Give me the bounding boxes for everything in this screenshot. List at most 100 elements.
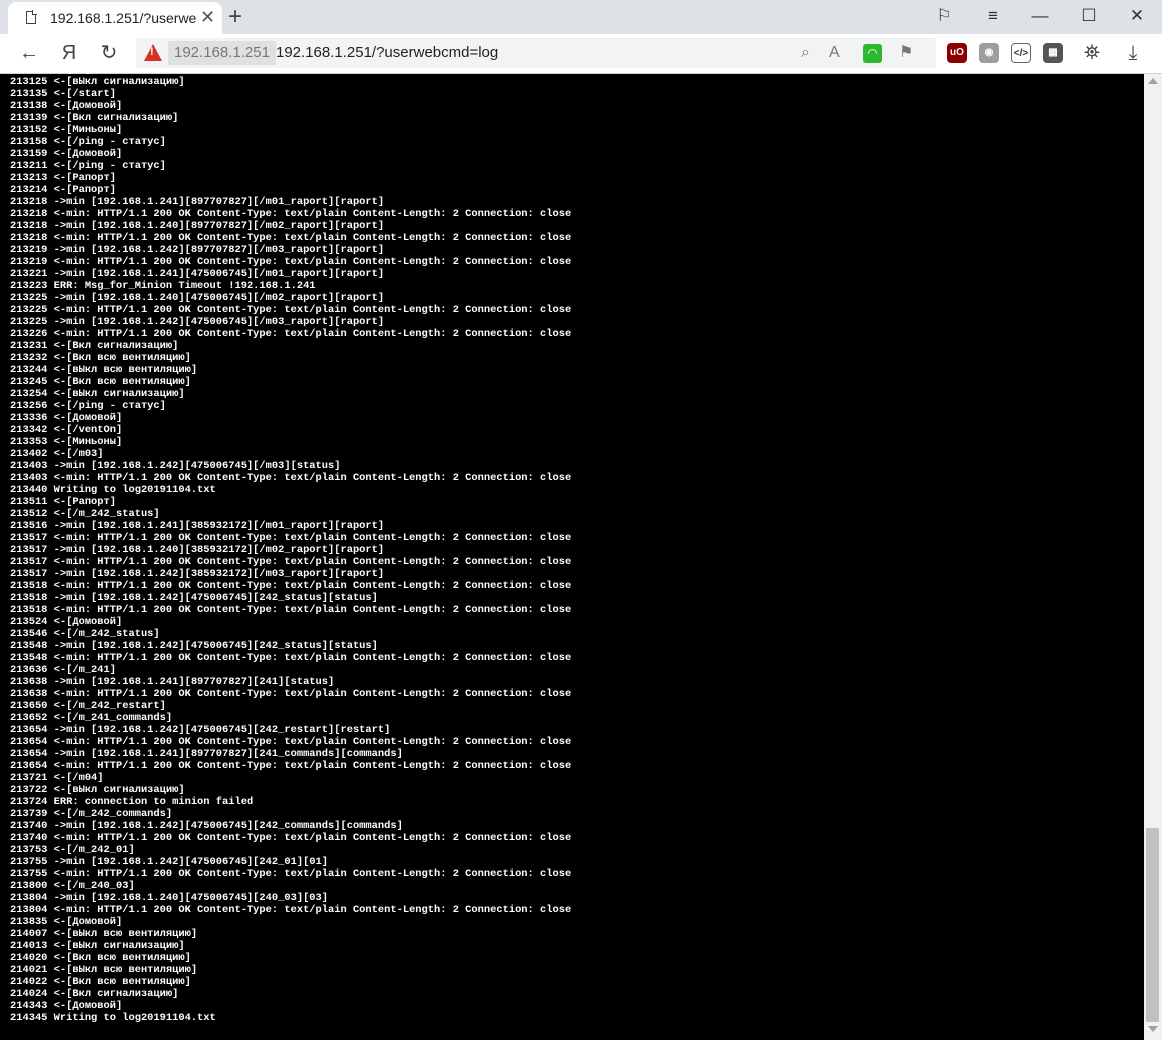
- log-line: 213159 <-[Домовой]: [10, 148, 123, 160]
- log-line: 213740 ->min [192.168.1.242][475006745][…: [10, 820, 403, 832]
- log-line: 213223 ERR: Msg_for_Minion Timeout !192.…: [10, 280, 316, 292]
- log-line: 213636 <-[/m_241]: [10, 664, 117, 676]
- minimize-icon[interactable]: —: [1026, 6, 1054, 26]
- log-line: 213650 <-[/m_242_restart]: [10, 700, 166, 712]
- log-line: 213512 <-[/m_242_status]: [10, 508, 160, 520]
- log-line: 213112 <-[/m]: [10, 64, 92, 76]
- log-line: 213517 ->min [192.168.1.242][385932172][…: [10, 568, 385, 580]
- log-line: 213517 <-min: HTTP/1.1 200 OK Content-Ty…: [10, 556, 572, 568]
- log-line: 213654 <-min: HTTP/1.1 200 OK Content-Ty…: [10, 760, 572, 772]
- bookmarks-panel-icon[interactable]: ⚐: [930, 6, 958, 26]
- bookmark-icon[interactable]: ⚑: [899, 43, 913, 63]
- window-close-icon[interactable]: ✕: [1123, 6, 1151, 26]
- address-host[interactable]: 192.168.1.251: [168, 41, 276, 65]
- log-line: 213138 <-[Домовой]: [10, 100, 123, 112]
- log-line: 213638 <-min: HTTP/1.1 200 OK Content-Ty…: [10, 688, 572, 700]
- log-line: 213511 <-[Рапорт]: [10, 496, 117, 508]
- log-line: 213218 ->min [192.168.1.240][897707827][…: [10, 220, 385, 232]
- log-line: 213804 <-min: HTTP/1.1 200 OK Content-Ty…: [10, 904, 572, 916]
- log-line: 213225 ->min [192.168.1.240][475006745][…: [10, 292, 385, 304]
- download-icon[interactable]: ⤓: [1120, 41, 1146, 65]
- log-line: 214022 <-[Вкл всю вентиляцию]: [10, 976, 191, 988]
- tab-close-icon[interactable]: ✕: [200, 7, 215, 27]
- log-line: 213231 <-[Вкл сигнализацию]: [10, 340, 179, 352]
- log-line: 213232 <-[Вкл всю вентиляцию]: [10, 352, 191, 364]
- log-line: 213211 <-[/ping - статус]: [10, 160, 166, 172]
- log-line: 213638 ->min [192.168.1.241][897707827][…: [10, 676, 335, 688]
- log-line: 213214 <-[Рапорт]: [10, 184, 117, 196]
- log-line: 213254 <-[вЫкл сигнализацию]: [10, 388, 185, 400]
- scroll-thumb[interactable]: [1146, 828, 1159, 1022]
- log-line: 213218 <-min: HTTP/1.1 200 OK Content-Ty…: [10, 208, 572, 220]
- extension-icon[interactable]: ◉: [979, 43, 999, 63]
- ublock-extension-icon[interactable]: uO: [947, 43, 967, 63]
- log-line: 213652 <-[/m_241_commands]: [10, 712, 173, 724]
- log-line: 214021 <-[вЫкл всю вентиляцию]: [10, 964, 198, 976]
- log-line: 213804 ->min [192.168.1.240][475006745][…: [10, 892, 329, 904]
- log-line: 213548 <-min: HTTP/1.1 200 OK Content-Ty…: [10, 652, 572, 664]
- warning-mark: !: [150, 46, 154, 58]
- vertical-scrollbar[interactable]: [1144, 74, 1162, 1040]
- log-line: 213218 ->min [192.168.1.241][897707827][…: [10, 196, 385, 208]
- browser-logo-icon[interactable]: Я: [56, 41, 82, 65]
- tab-active[interactable]: 192.168.1.251/?userwebcmd=log ✕: [8, 2, 222, 34]
- log-line: 213221 ->min [192.168.1.241][475006745][…: [10, 268, 385, 280]
- log-line: 213440 Writing to log20191104.txt: [10, 484, 216, 496]
- log-line: 213517 <-min: HTTP/1.1 200 OK Content-Ty…: [10, 532, 572, 544]
- log-line: 213336 <-[Домовой]: [10, 412, 123, 424]
- wifi-icon[interactable]: ◠: [863, 44, 882, 63]
- log-line: 213135 <-[/start]: [10, 88, 117, 100]
- log-line: 213256 <-[/ping - статус]: [10, 400, 166, 412]
- log-line: 213753 <-[/m_242_01]: [10, 844, 135, 856]
- log-line: 213724 ERR: connection to minion failed: [10, 796, 254, 808]
- log-line: 213225 <-min: HTTP/1.1 200 OK Content-Ty…: [10, 304, 572, 316]
- log-line: 213654 ->min [192.168.1.242][475006745][…: [10, 724, 391, 736]
- code-extension-icon[interactable]: </>: [1011, 43, 1031, 63]
- log-line: 213158 <-[/ping - статус]: [10, 136, 166, 148]
- tab-strip: 192.168.1.251/?userwebcmd=log ✕ + ⚐ ≡ — …: [0, 0, 1162, 34]
- log-line: 213213 <-[Рапорт]: [10, 172, 117, 184]
- log-line: 214020 <-[Вкл всю вентиляцию]: [10, 952, 191, 964]
- log-line: 213800 <-[/m_240_03]: [10, 880, 135, 892]
- log-line: 213755 ->min [192.168.1.242][475006745][…: [10, 856, 329, 868]
- log-line: 213755 <-min: HTTP/1.1 200 OK Content-Ty…: [10, 868, 572, 880]
- log-line: 213226 <-min: HTTP/1.1 200 OK Content-Ty…: [10, 328, 572, 340]
- log-line: 213219 ->min [192.168.1.242][897707827][…: [10, 244, 385, 256]
- log-output: 213112 <-[/m] 213125 <-[вЫкл сигнализацию…: [10, 64, 1140, 1024]
- log-line: 213516 ->min [192.168.1.241][385932172][…: [10, 520, 385, 532]
- tab-title: 192.168.1.251/?userwebcmd=log: [50, 10, 196, 26]
- back-arrow-icon[interactable]: ←: [16, 41, 42, 65]
- log-line: 213546 <-[/m_242_status]: [10, 628, 160, 640]
- log-line: 213740 <-min: HTTP/1.1 200 OK Content-Ty…: [10, 832, 572, 844]
- log-line: 213152 <-[Миньоны]: [10, 124, 123, 136]
- log-line: 214345 Writing to log20191104.txt: [10, 1012, 216, 1024]
- reload-icon[interactable]: ↻: [96, 41, 122, 65]
- log-line: 214343 <-[Домовой]: [10, 1000, 123, 1012]
- new-tab-icon[interactable]: +: [228, 3, 242, 31]
- log-line: 213518 <-min: HTTP/1.1 200 OK Content-Ty…: [10, 580, 572, 592]
- scroll-up-icon[interactable]: [1148, 78, 1158, 84]
- maximize-icon[interactable]: ☐: [1075, 6, 1103, 26]
- colorful-extension-icon[interactable]: ▦: [1043, 43, 1063, 63]
- address-url[interactable]: 192.168.1.251/?userwebcmd=log: [276, 41, 498, 65]
- log-line: 213518 ->min [192.168.1.242][475006745][…: [10, 592, 378, 604]
- translate-icon[interactable]: A: [829, 43, 840, 63]
- log-line: 213403 <-min: HTTP/1.1 200 OK Content-Ty…: [10, 472, 572, 484]
- log-line: 213721 <-[/m04]: [10, 772, 104, 784]
- log-line: 213722 <-[вЫкл сигнализацию]: [10, 784, 185, 796]
- log-line: 213548 ->min [192.168.1.242][475006745][…: [10, 640, 378, 652]
- zoom-icon[interactable]: ⌕: [801, 43, 810, 63]
- log-line: 213517 ->min [192.168.1.240][385932172][…: [10, 544, 385, 556]
- log-line: 213244 <-[вЫкл всю вентиляцию]: [10, 364, 198, 376]
- log-line: 213739 <-[/m_242_commands]: [10, 808, 173, 820]
- log-line: 213654 ->min [192.168.1.241][897707827][…: [10, 748, 403, 760]
- log-line: 213654 <-min: HTTP/1.1 200 OK Content-Ty…: [10, 736, 572, 748]
- scroll-down-icon[interactable]: [1148, 1026, 1158, 1032]
- log-line: 213353 <-[Миньоны]: [10, 436, 123, 448]
- log-line: 213225 ->min [192.168.1.242][475006745][…: [10, 316, 385, 328]
- reader-icon[interactable]: ⛯: [1079, 41, 1105, 65]
- log-line: 213342 <-[/ventOn]: [10, 424, 123, 436]
- menu-icon[interactable]: ≡: [979, 6, 1007, 26]
- log-line: 214013 <-[вЫкл сигнализацию]: [10, 940, 185, 952]
- log-line: 213518 <-min: HTTP/1.1 200 OK Content-Ty…: [10, 604, 572, 616]
